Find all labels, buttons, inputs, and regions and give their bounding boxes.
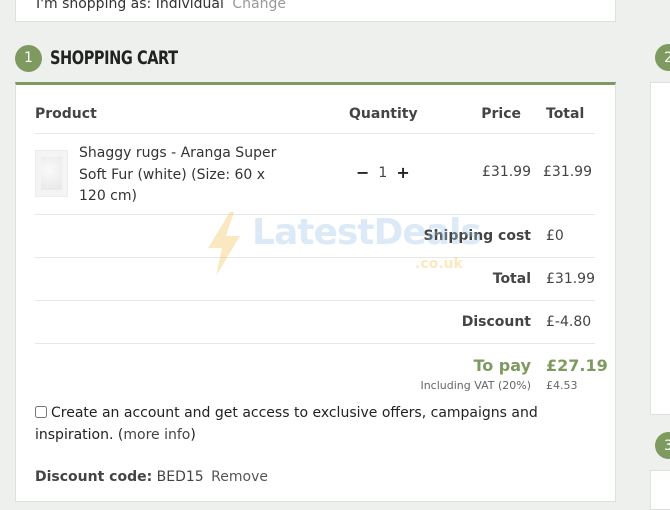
to-pay-label: To pay	[473, 356, 531, 375]
product-thumbnail[interactable]	[35, 150, 68, 197]
product-name[interactable]: Shaggy rugs - Aranga Super Soft Fur (whi…	[79, 143, 279, 208]
discount-code-line: Discount code: BED15 Remove	[35, 469, 268, 485]
create-account-checkbox[interactable]	[35, 406, 47, 418]
total-row: Total £31.99	[35, 258, 595, 301]
cart-table: Product Quantity Price Total Shaggy rugs…	[35, 85, 608, 407]
price-column-header: Price	[481, 106, 521, 122]
total-label: Total	[492, 271, 531, 287]
cart-section-heading: 1 SHOPPING CART	[15, 43, 200, 73]
to-pay-row: To pay £27.19 Including VAT (20%) £4.53	[35, 344, 607, 407]
vat-label: Including VAT (20%)	[420, 379, 531, 392]
total-value: £31.99	[546, 271, 595, 287]
table-header: Product Quantity Price Total	[35, 85, 595, 134]
shipping-row: Shipping cost £0	[35, 215, 595, 258]
item-price: £31.99	[482, 164, 531, 180]
quantity-stepper: − 1 +	[356, 163, 410, 182]
section-title: SHOPPING CART	[50, 47, 178, 69]
decrease-quantity-button[interactable]: −	[356, 163, 369, 182]
shopping-cart-panel: Product Quantity Price Total Shaggy rugs…	[15, 82, 616, 502]
quantity-column-header: Quantity	[349, 106, 418, 122]
remove-discount-link[interactable]: Remove	[211, 469, 268, 485]
cart-item-row: Shaggy rugs - Aranga Super Soft Fur (whi…	[35, 134, 595, 215]
increase-quantity-button[interactable]: +	[396, 163, 409, 182]
step-2-badge: 2	[655, 44, 670, 71]
more-info-link[interactable]: more info	[123, 427, 190, 443]
vat-value: £4.53	[546, 379, 578, 392]
step-2-panel	[650, 82, 670, 415]
shopping-as-label: I'm shopping as: Individual	[36, 0, 224, 12]
shopping-as-text: I'm shopping as: Individual Change	[36, 0, 286, 12]
create-account-text: Create an account and get access to excl…	[35, 405, 538, 443]
discount-label: Discount	[461, 314, 531, 330]
to-pay-value: £27.19	[546, 356, 608, 375]
product-column-header: Product	[35, 106, 97, 122]
create-account-option[interactable]: Create an account and get access to excl…	[35, 403, 555, 446]
discount-row: Discount £-4.80	[35, 301, 595, 344]
total-column-header: Total	[546, 106, 585, 122]
step-number-badge: 1	[15, 44, 42, 72]
shopper-type-panel: I'm shopping as: Individual Change	[15, 0, 616, 22]
discount-value: £-4.80	[546, 314, 592, 330]
shipping-label: Shipping cost	[423, 228, 532, 244]
shipping-value: £0	[546, 228, 564, 244]
discount-code-value: BED15	[156, 469, 204, 485]
step-3-badge: 3	[655, 432, 670, 459]
quantity-value: 1	[378, 164, 388, 181]
step-3-panel	[650, 470, 670, 510]
change-link[interactable]: Change	[232, 0, 286, 12]
create-account-close-paren: )	[190, 426, 196, 443]
item-total: £31.99	[543, 164, 592, 180]
discount-code-label: Discount code:	[35, 469, 153, 485]
